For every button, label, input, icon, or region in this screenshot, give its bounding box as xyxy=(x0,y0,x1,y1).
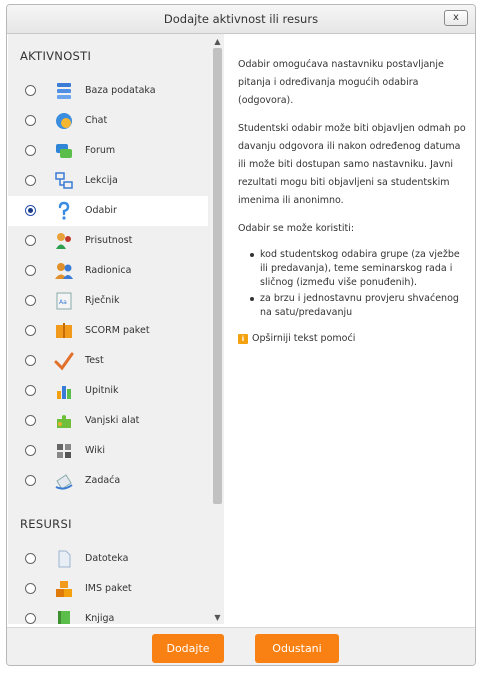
option-wiki[interactable]: Wiki xyxy=(8,436,208,466)
scroll-up-arrow-icon[interactable]: ▲ xyxy=(211,36,224,48)
scorm-icon xyxy=(56,323,72,338)
more-help-link-label: Opširniji tekst pomoći xyxy=(252,333,356,344)
scrollbar[interactable]: ▲ ▼ xyxy=(211,34,224,624)
radio-button[interactable] xyxy=(25,235,36,246)
option-workshop[interactable]: Radionica xyxy=(8,256,208,286)
survey-icon xyxy=(57,386,71,399)
add-button[interactable]: Dodajte xyxy=(152,634,224,663)
scroll-down-arrow-icon[interactable]: ▼ xyxy=(211,612,224,624)
option-quiz[interactable]: Test xyxy=(8,346,208,376)
description-paragraph: Odabir se može koristiti: xyxy=(238,223,355,234)
option-label: Radionica xyxy=(85,265,132,276)
option-label: SCORM paket xyxy=(85,325,150,336)
option-glossary[interactable]: Aa Rječnik xyxy=(8,286,208,316)
description-panel: Odabir omogućava nastavniku postavljanje… xyxy=(238,56,468,348)
option-label: Zadaća xyxy=(85,475,121,486)
option-label: Wiki xyxy=(85,445,105,456)
option-assignment[interactable]: Zadaća xyxy=(8,466,208,496)
list-item: za brzu i jednostavnu provjeru shvaćenog… xyxy=(250,292,468,320)
more-help-link[interactable]: i Opširniji tekst pomoći xyxy=(238,330,468,348)
scrollbar-thumb[interactable] xyxy=(213,48,222,504)
option-chat[interactable]: Chat xyxy=(8,106,208,136)
radio-button[interactable] xyxy=(25,613,36,624)
option-lesson[interactable]: Lekcija xyxy=(8,166,208,196)
radio-button[interactable] xyxy=(25,325,36,336)
option-label: Datoteka xyxy=(85,553,129,564)
radio-button[interactable] xyxy=(25,475,36,486)
radio-button[interactable] xyxy=(25,445,36,456)
radio-button[interactable] xyxy=(25,583,36,594)
glossary-icon: Aa xyxy=(56,292,72,310)
radio-button[interactable] xyxy=(25,385,36,396)
option-label: Baza podataka xyxy=(85,85,156,96)
attendance-icon xyxy=(56,233,71,249)
forum-icon xyxy=(56,144,72,158)
radio-button[interactable] xyxy=(25,115,36,126)
radio-button[interactable] xyxy=(25,295,36,306)
info-icon: i xyxy=(238,334,248,344)
lesson-icon xyxy=(55,172,73,189)
radio-button-selected[interactable] xyxy=(25,205,36,216)
assignment-icon xyxy=(55,474,73,490)
wiki-icon xyxy=(57,444,71,458)
dialog-titlebar: Dodajte aktivnost ili resurs x xyxy=(7,5,475,34)
description-paragraph: Odabir omogućava nastavniku postavljanje… xyxy=(238,59,444,106)
option-label: Prisutnost xyxy=(85,235,133,246)
option-scorm[interactable]: SCORM paket xyxy=(8,316,208,346)
option-file[interactable]: Datoteka xyxy=(8,544,208,574)
option-forum[interactable]: Forum xyxy=(8,136,208,166)
book-icon xyxy=(58,611,70,624)
workshop-icon xyxy=(55,263,73,279)
option-label: Vanjski alat xyxy=(85,415,140,426)
radio-button[interactable] xyxy=(25,265,36,276)
puzzle-icon xyxy=(57,415,71,428)
quiz-icon xyxy=(54,352,74,371)
dialog-footer: Dodajte Odustani xyxy=(7,627,475,665)
option-choice[interactable]: Odabir xyxy=(8,196,208,226)
radio-button[interactable] xyxy=(25,355,36,366)
option-survey[interactable]: Upitnik xyxy=(8,376,208,406)
option-label: Forum xyxy=(85,145,116,156)
resources-heading: RESURSI xyxy=(20,517,72,531)
option-label: Lekcija xyxy=(85,175,118,186)
database-icon xyxy=(57,83,71,99)
usage-list: kod studentskog odabira grupe (za vježbe… xyxy=(238,248,468,320)
radio-button[interactable] xyxy=(25,175,36,186)
option-label: Rječnik xyxy=(85,295,120,306)
option-label: Test xyxy=(85,355,104,366)
option-external-tool[interactable]: Vanjski alat xyxy=(8,406,208,436)
file-icon xyxy=(58,550,71,568)
option-book[interactable]: Knjiga xyxy=(8,604,208,624)
option-label: Chat xyxy=(85,115,108,126)
option-label: Knjiga xyxy=(85,613,115,624)
list-item: kod studentskog odabira grupe (za vježbe… xyxy=(250,248,468,290)
chat-icon xyxy=(56,113,72,129)
radio-button[interactable] xyxy=(25,145,36,156)
svg-text:Aa: Aa xyxy=(59,299,67,306)
description-paragraph: Studentski odabir može biti objavljen od… xyxy=(238,123,466,206)
options-panel[interactable]: AKTIVNOSTI Baza podataka Chat Forum Lekc… xyxy=(8,34,224,624)
activities-heading: AKTIVNOSTI xyxy=(20,49,92,63)
close-button[interactable]: x xyxy=(444,10,468,26)
radio-button[interactable] xyxy=(25,85,36,96)
cancel-button[interactable]: Odustani xyxy=(255,634,339,663)
option-label: Upitnik xyxy=(85,385,119,396)
question-icon xyxy=(58,201,70,220)
ims-package-icon xyxy=(56,581,72,597)
option-attendance[interactable]: Prisutnost xyxy=(8,226,208,256)
option-database[interactable]: Baza podataka xyxy=(8,76,208,106)
option-ims-package[interactable]: IMS paket xyxy=(8,574,208,604)
option-label: IMS paket xyxy=(85,583,132,594)
dialog-title: Dodajte aktivnost ili resurs xyxy=(163,12,319,26)
radio-button[interactable] xyxy=(25,553,36,564)
option-label: Odabir xyxy=(85,205,117,216)
radio-button[interactable] xyxy=(25,415,36,426)
add-activity-dialog: Dodajte aktivnost ili resurs x AKTIVNOST… xyxy=(6,4,476,666)
